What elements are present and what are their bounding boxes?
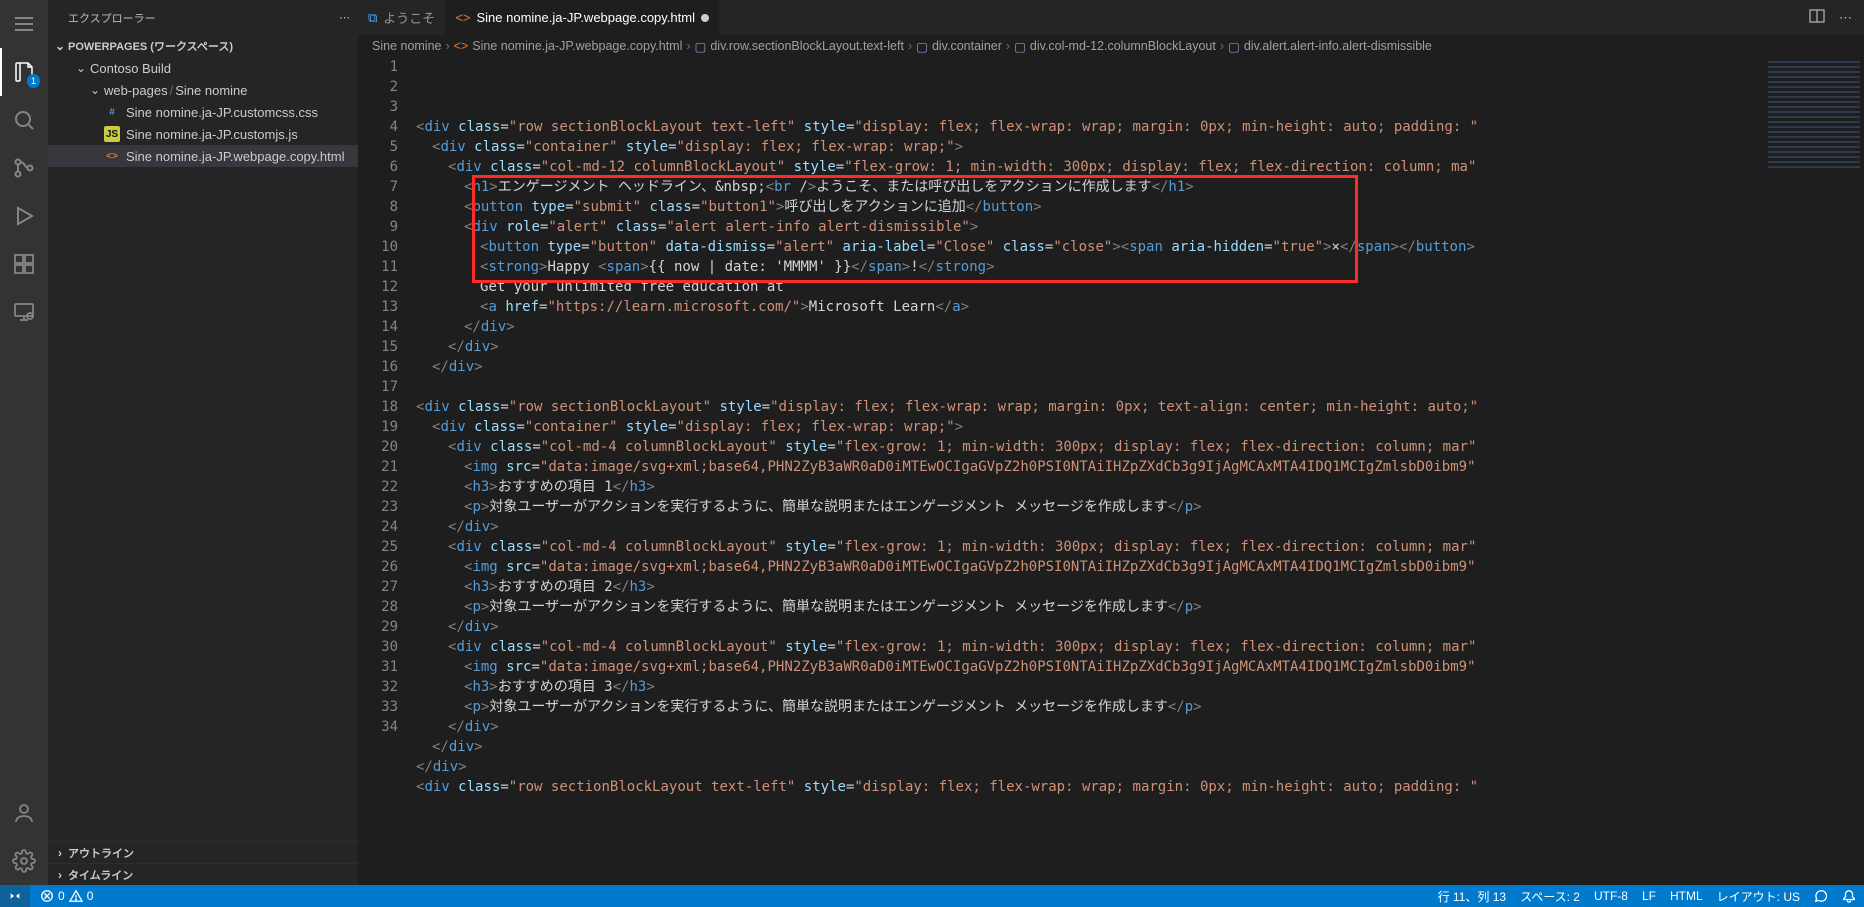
remote-indicator[interactable] [0,885,30,907]
folder-label: Contoso Build [90,61,171,76]
file-label: Sine nomine.ja-JP.webpage.copy.html [126,149,344,164]
status-bar: 0 0 行 11、列 13 スペース: 2 UTF-8 LF HTML レイアウ… [0,885,1864,907]
split-editor-icon[interactable] [1809,8,1825,27]
warning-count: 0 [87,889,94,903]
notifications-icon[interactable] [1842,889,1856,903]
outline-header[interactable]: ›アウトライン [48,841,358,863]
feedback-icon[interactable] [1814,889,1828,903]
file-label: Sine nomine.ja-JP.customjs.js [126,127,298,142]
language-mode[interactable]: HTML [1670,889,1703,903]
eol-status[interactable]: LF [1642,889,1656,903]
workspace-label: POWERPAGES (ワークスペース) [68,38,233,54]
editor-area: ⧉ようこそ <>Sine nomine.ja-JP.webpage.copy.h… [358,0,1864,885]
menu-icon[interactable] [0,0,48,48]
explorer-icon[interactable]: 1 [0,48,48,96]
source-control-icon[interactable] [0,144,48,192]
activity-bar: 1 [0,0,48,885]
remote-explorer-icon[interactable] [0,288,48,336]
crumb[interactable]: div.col-md-12.columnBlockLayout [1030,39,1216,53]
tab-welcome[interactable]: ⧉ようこそ [358,0,445,35]
file-js[interactable]: JSSine nomine.ja-JP.customjs.js [48,123,358,145]
sidebar: エクスプローラー ⋯ ⌄POWERPAGES (ワークスペース) ⌄Contos… [48,0,358,885]
settings-gear-icon[interactable] [0,837,48,885]
crumb[interactable]: div.container [932,39,1002,53]
crumb[interactable]: div.alert.alert-info.alert-dismissible [1244,39,1432,53]
timeline-header[interactable]: ›タイムライン [48,863,358,885]
folder-webpages[interactable]: ⌄web-pages/Sine nomine [48,79,358,101]
tab-bar: ⧉ようこそ <>Sine nomine.ja-JP.webpage.copy.h… [358,0,1864,35]
tab-label: ようこそ [383,8,435,27]
layout-status[interactable]: レイアウト: US [1717,888,1800,905]
folder-contoso[interactable]: ⌄Contoso Build [48,57,358,79]
code-editor[interactable]: <div class="row sectionBlockLayout text-… [416,57,1764,885]
more-actions-icon[interactable]: ⋯ [1839,10,1852,26]
sidebar-title: エクスプローラー [68,10,156,26]
line-gutter: 1234567891011121314151617181920212223242… [358,57,416,885]
crumb[interactable]: Sine nomine [372,39,442,53]
sidebar-more-icon[interactable]: ⋯ [339,11,350,24]
problems-status[interactable]: 0 0 [40,889,93,903]
accounts-icon[interactable] [0,789,48,837]
folder-label: Sine nomine [175,83,247,98]
encoding-status[interactable]: UTF-8 [1594,889,1628,903]
folder-label: web-pages [104,83,168,98]
explorer-badge: 1 [27,74,40,88]
file-html[interactable]: <>Sine nomine.ja-JP.webpage.copy.html [48,145,358,167]
file-css[interactable]: #Sine nomine.ja-JP.customcss.css [48,101,358,123]
minimap[interactable] [1764,57,1864,885]
search-icon[interactable] [0,96,48,144]
outline-label: アウトライン [68,845,134,861]
tab-label: Sine nomine.ja-JP.webpage.copy.html [477,10,695,25]
timeline-label: タイムライン [68,867,133,883]
extensions-icon[interactable] [0,240,48,288]
indentation-status[interactable]: スペース: 2 [1520,888,1580,905]
error-count: 0 [58,889,65,903]
cursor-position[interactable]: 行 11、列 13 [1438,888,1506,905]
file-label: Sine nomine.ja-JP.customcss.css [126,105,318,120]
run-debug-icon[interactable] [0,192,48,240]
dirty-indicator-icon [701,14,709,22]
tab-file[interactable]: <>Sine nomine.ja-JP.webpage.copy.html [445,0,719,35]
workspace-header[interactable]: ⌄POWERPAGES (ワークスペース) [48,35,358,57]
crumb[interactable]: Sine nomine.ja-JP.webpage.copy.html [472,39,682,53]
breadcrumbs[interactable]: Sine nomine› <>Sine nomine.ja-JP.webpage… [358,35,1864,57]
crumb[interactable]: div.row.sectionBlockLayout.text-left [710,39,904,53]
